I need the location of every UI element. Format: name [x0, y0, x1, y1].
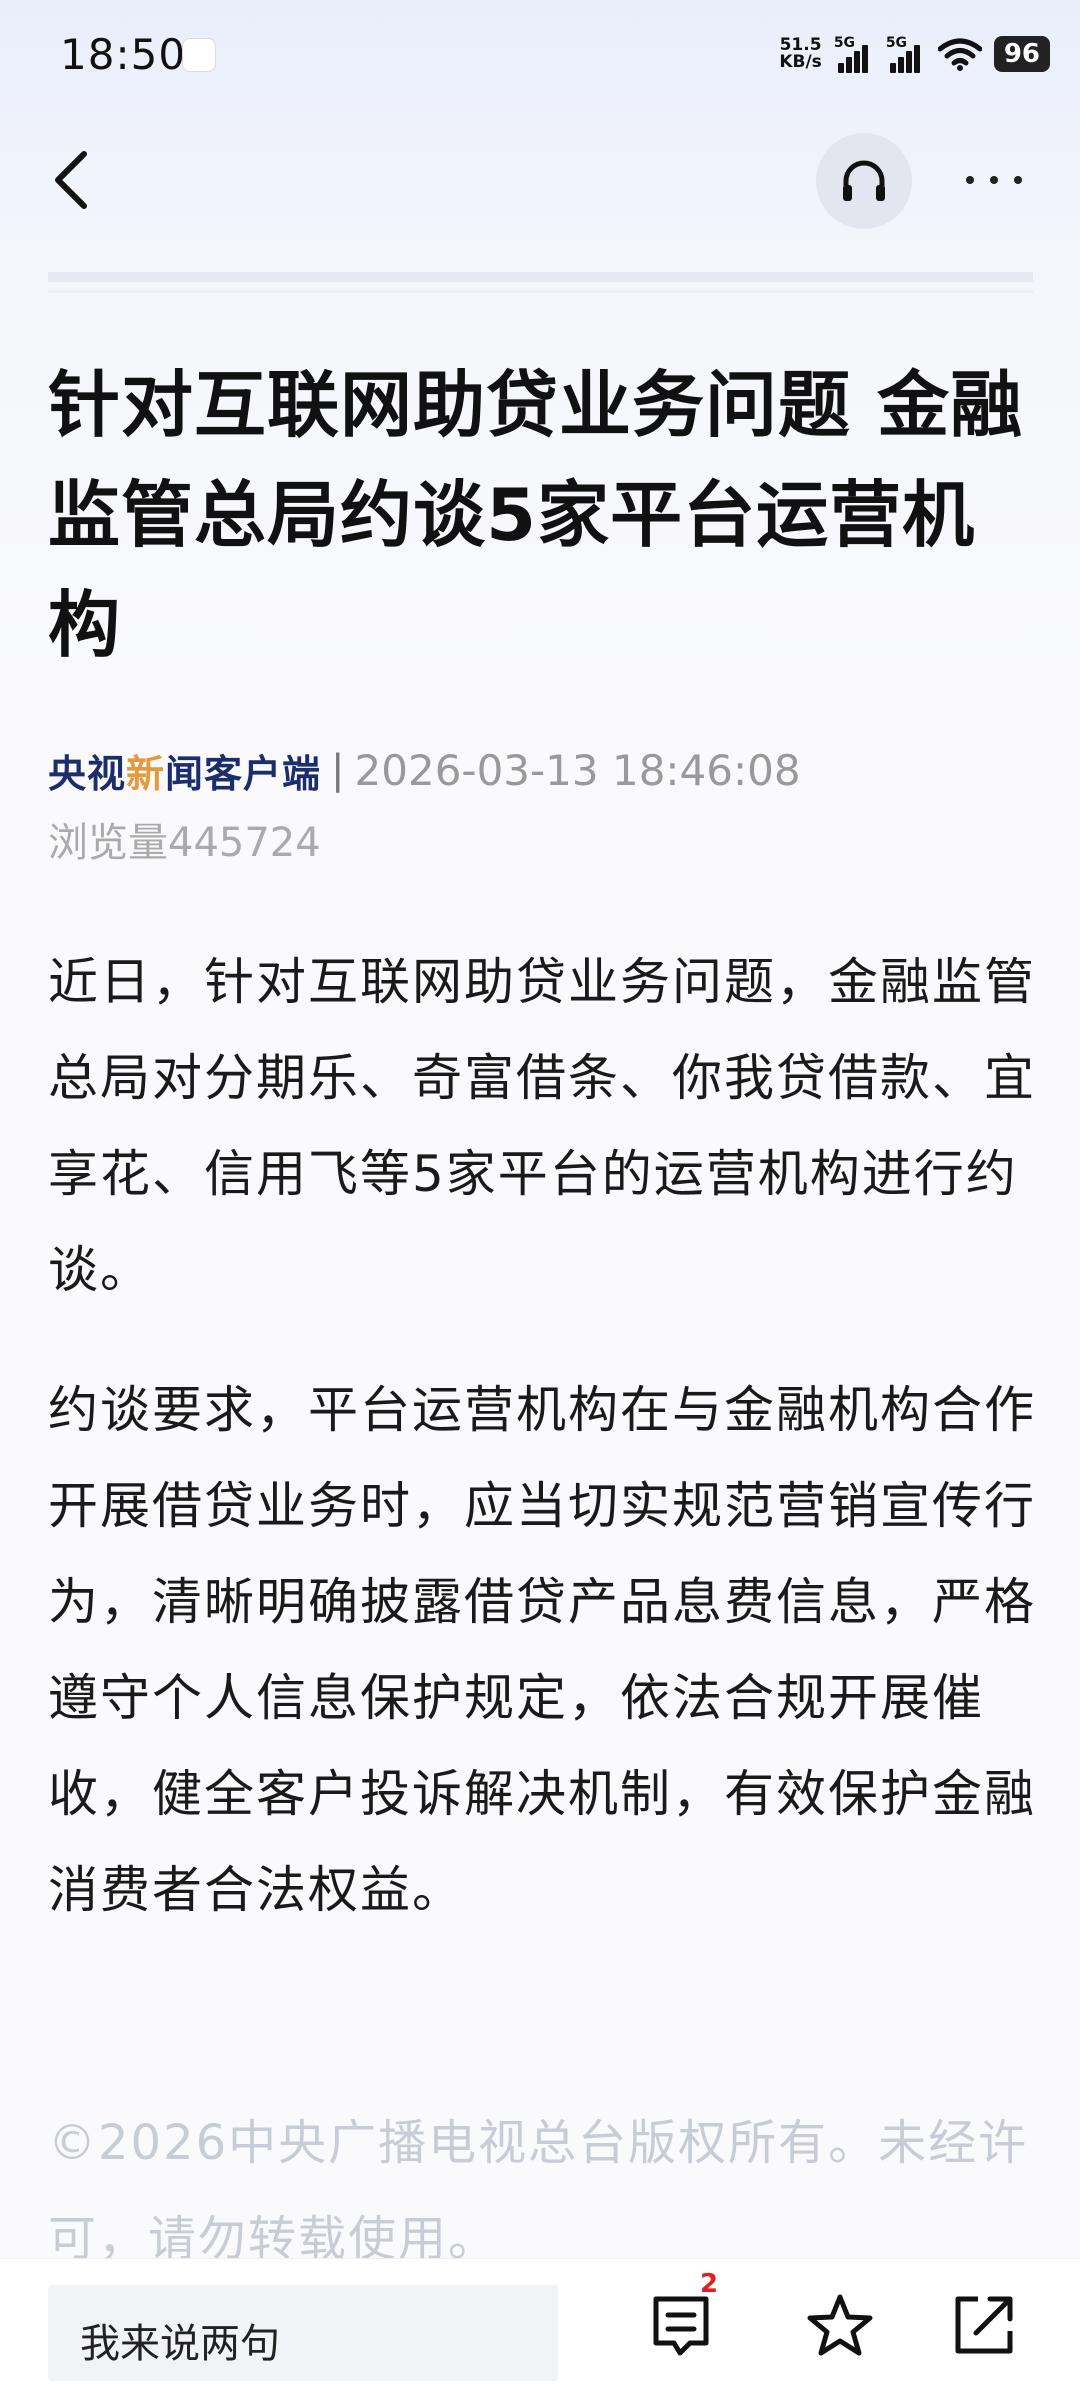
battery-icon: 96 [993, 36, 1050, 72]
back-button[interactable] [40, 140, 100, 220]
listen-button[interactable] [816, 133, 912, 229]
comment-icon [653, 2296, 709, 2356]
more-button[interactable] [960, 152, 1030, 208]
status-bar: 18:50 51.5 KB/s 5G 5G 96 [0, 0, 1080, 110]
comment-count-badge: 2 [700, 2269, 719, 2299]
header-divider [48, 272, 1033, 282]
header-divider [48, 290, 1033, 293]
favorite-button[interactable] [804, 2289, 876, 2361]
comment-placeholder: 我来说两句 [80, 2321, 280, 2367]
share-icon [955, 2296, 1013, 2354]
publish-datetime: 2026-03-13 18:46:08 [354, 745, 801, 795]
status-time: 18:50 [60, 30, 187, 79]
source-name[interactable]: 央视新闻客户端 [48, 743, 321, 798]
signal-icon: 5G [834, 35, 874, 73]
article-meta: 央视新闻客户端 | 2026-03-13 18:46:08 [48, 743, 801, 798]
status-indicators: 51.5 KB/s 5G 5G 96 [779, 34, 1050, 74]
star-icon [807, 2294, 873, 2356]
wifi-icon [937, 38, 982, 71]
article-paragraph: 约谈要求，平台运营机构在与金融机构合作开展借贷业务时，应当切实规范营销宣传行为，… [48, 1381, 1036, 1919]
more-dots-icon [966, 176, 974, 184]
meta-separator: | [331, 747, 345, 793]
app-notification-icon [182, 38, 216, 72]
view-count: 浏览量445724 [48, 820, 321, 866]
signal-icon: 5G [886, 35, 926, 73]
comment-input[interactable]: 我来说两句 [48, 2285, 558, 2381]
chevron-left-icon [55, 151, 87, 209]
bottom-action-bar: 我来说两句 2 [0, 2258, 1080, 2400]
headphones-icon [843, 160, 885, 201]
network-speed: 51.5 KB/s [779, 35, 822, 72]
share-button[interactable] [948, 2289, 1020, 2361]
article-title: 针对互联网助贷业务问题 金融监管总局约谈5家平台运营机构 [48, 363, 1024, 667]
comments-button[interactable] [646, 2289, 718, 2361]
article-paragraph: 近日，针对互联网助贷业务问题，金融监管总局对分期乐、奇富借条、你我贷借款、宜享花… [48, 953, 1036, 1299]
